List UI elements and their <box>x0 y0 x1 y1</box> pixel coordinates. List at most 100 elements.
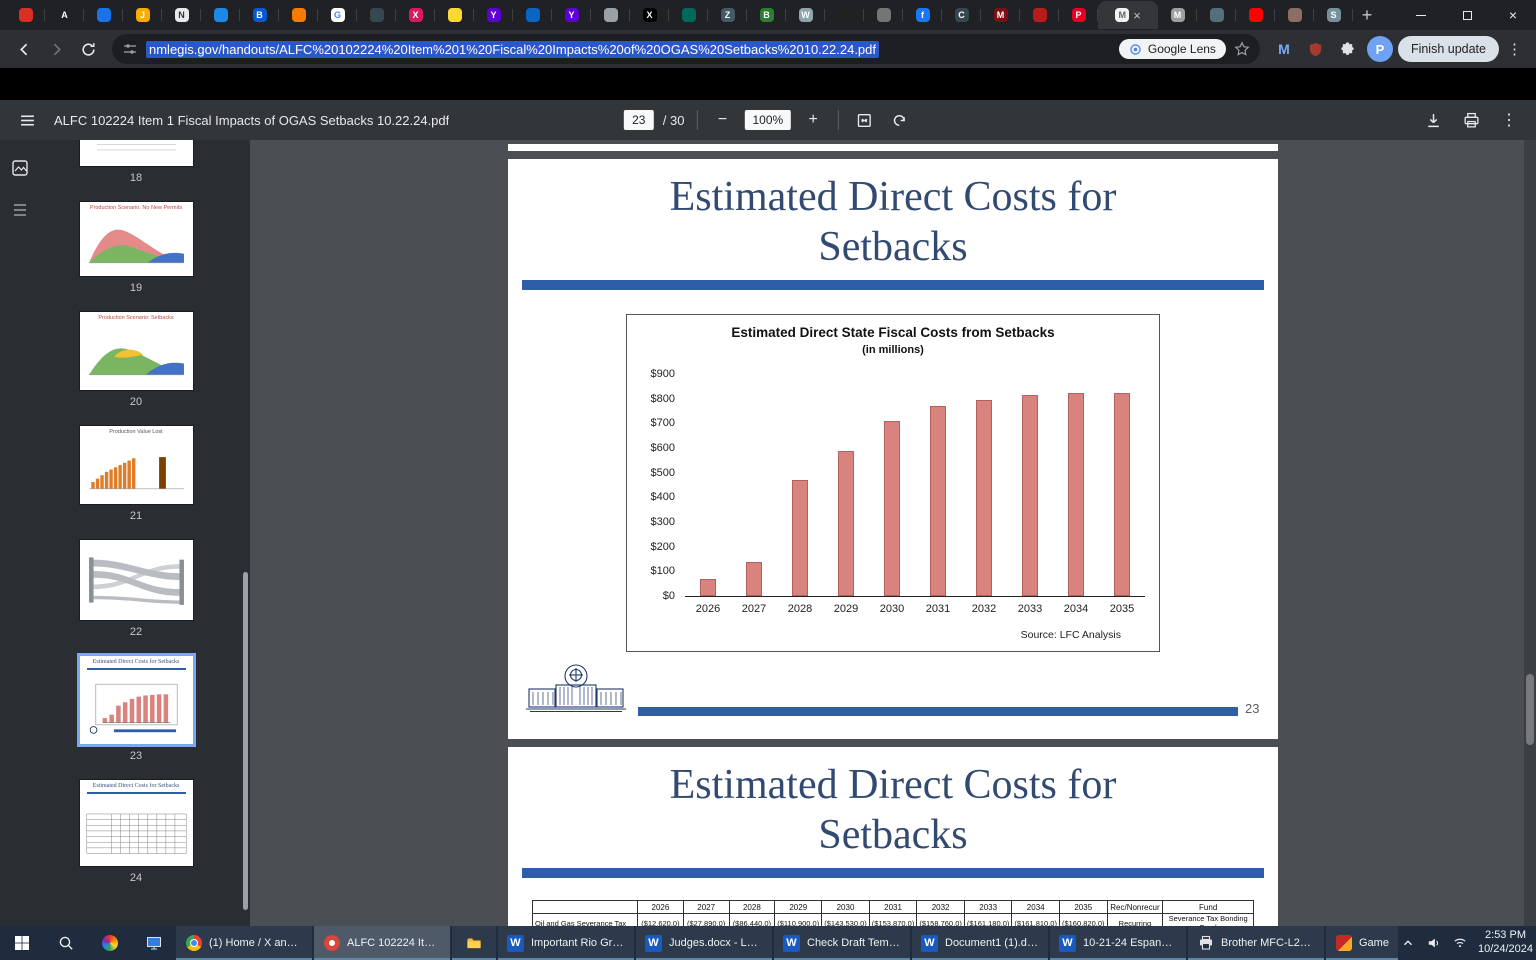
taskbar-pdf-window[interactable]: ALFC 102224 Item 1... <box>314 926 450 960</box>
tab[interactable] <box>1236 1 1275 29</box>
tab[interactable]: X <box>396 1 435 29</box>
thumbnail-page-19[interactable]: Production Scenario: No New Permits19 <box>80 202 193 312</box>
google-lens-button[interactable]: Google Lens <box>1119 39 1226 59</box>
tab-favicon: J <box>136 8 150 22</box>
tab[interactable]: B <box>747 1 786 29</box>
taskbar-word-window-5[interactable]: W10-21-24 Espanola ... <box>1050 926 1186 960</box>
tab-active[interactable]: M× <box>1098 1 1158 29</box>
tab[interactable] <box>6 1 45 29</box>
tab[interactable]: P <box>1059 1 1098 29</box>
tab[interactable]: Z <box>708 1 747 29</box>
zoom-level[interactable]: 100% <box>744 110 791 130</box>
profile-button[interactable]: P <box>1366 35 1394 63</box>
x-axis-tick-label: 2028 <box>777 603 823 615</box>
tab-close-icon[interactable]: × <box>1133 9 1141 22</box>
tab[interactable] <box>279 1 318 29</box>
tab[interactable]: N <box>162 1 201 29</box>
tab[interactable] <box>1275 1 1314 29</box>
tab[interactable] <box>864 1 903 29</box>
new-tab-button[interactable]: + <box>1353 1 1381 29</box>
tab[interactable] <box>357 1 396 29</box>
pdf-more-button[interactable]: ⋮ <box>1496 107 1522 133</box>
tab[interactable]: M <box>981 1 1020 29</box>
taskbar-word-window-4[interactable]: WDocument1 (1).doc... <box>912 926 1048 960</box>
tab[interactable] <box>201 1 240 29</box>
address-bar[interactable]: nmlegis.gov/handouts/ALFC%20102224%20Ite… <box>112 34 1260 64</box>
rotate-button[interactable] <box>886 107 912 133</box>
taskbar-game-window[interactable]: Game <box>1326 926 1398 960</box>
slide-title: Estimated Direct Costs for Setbacks <box>508 159 1278 272</box>
browser-menu-button[interactable]: ⋮ <box>1503 40 1526 58</box>
tab[interactable]: B <box>240 1 279 29</box>
taskbar-word-window-3[interactable]: WCheck Draft Templa... <box>774 926 910 960</box>
tab[interactable] <box>84 1 123 29</box>
sidebar-scrollbar[interactable] <box>243 140 248 926</box>
mail-extension-button[interactable]: M <box>1270 35 1298 63</box>
taskbar-clock[interactable]: 2:53 PM 10/24/2024 <box>1478 929 1533 957</box>
zoom-out-button[interactable]: − <box>709 107 735 133</box>
volume-icon[interactable] <box>1426 935 1442 951</box>
tab[interactable]: Y <box>474 1 513 29</box>
tab[interactable]: J <box>123 1 162 29</box>
adblock-extension-button[interactable] <box>1302 35 1330 63</box>
url-text[interactable]: nmlegis.gov/handouts/ALFC%20102224%20Ite… <box>146 41 879 58</box>
tab[interactable]: X <box>630 1 669 29</box>
taskbar-search-button[interactable] <box>44 926 88 960</box>
tab[interactable]: Y <box>552 1 591 29</box>
tab[interactable]: M <box>1158 1 1197 29</box>
extensions-button[interactable] <box>1334 35 1362 63</box>
close-button[interactable]: × <box>1490 0 1536 30</box>
reload-button[interactable] <box>74 35 102 63</box>
sidebar-scrollbar-thumb[interactable] <box>243 572 248 910</box>
maximize-button[interactable] <box>1444 0 1490 30</box>
tab[interactable] <box>1020 1 1059 29</box>
pdf-menu-button[interactable] <box>14 107 40 133</box>
thumbnail-page-23[interactable]: Estimated Direct Costs for Setbacks23 <box>80 656 193 780</box>
download-button[interactable] <box>1420 107 1446 133</box>
outline-view-icon[interactable] <box>10 200 30 220</box>
tab[interactable] <box>825 1 864 29</box>
taskbar-word-window-2[interactable]: WJudges.docx - Last... <box>636 926 772 960</box>
tab[interactable]: W <box>786 1 825 29</box>
taskbar-word-window-1[interactable]: WImportant Rio Gran... <box>498 926 634 960</box>
pinned-app-button[interactable] <box>88 926 132 960</box>
site-settings-icon[interactable] <box>122 41 138 57</box>
taskbar-printer-window[interactable]: Brother MFC-L2710... <box>1188 926 1324 960</box>
thumbnail-page-18[interactable]: 18 <box>80 140 193 202</box>
taskbar-explorer-window[interactable] <box>452 926 496 960</box>
y-axis-tick-label: $700 <box>623 417 675 429</box>
thumbnail-page-21[interactable]: Production Value Lost21 <box>80 426 193 540</box>
thumbnails-view-icon[interactable] <box>10 158 30 178</box>
start-button[interactable] <box>0 926 44 960</box>
minimize-button[interactable] <box>1398 0 1444 30</box>
thumbnail-page-22[interactable]: 22 <box>80 540 193 656</box>
tab[interactable] <box>435 1 474 29</box>
thumbnail-page-20[interactable]: Production Scenario: Setbacks20 <box>80 312 193 426</box>
forward-button[interactable] <box>42 35 70 63</box>
finish-update-button[interactable]: Finish update <box>1398 36 1499 62</box>
tab[interactable]: S <box>1314 1 1353 29</box>
thumbnail-page-24[interactable]: Estimated Direct Costs for Setbacks24 <box>80 780 193 902</box>
back-button[interactable] <box>10 35 38 63</box>
tab[interactable]: C <box>942 1 981 29</box>
print-button[interactable] <box>1458 107 1484 133</box>
hidden-icons-chevron-icon[interactable] <box>1400 935 1416 951</box>
fiscal-table: 2026202720282029203020312032203320342035… <box>532 900 1254 926</box>
tab[interactable] <box>513 1 552 29</box>
tab[interactable] <box>669 1 708 29</box>
zoom-in-button[interactable]: + <box>800 107 826 133</box>
page-number-input[interactable] <box>624 110 654 130</box>
tab[interactable] <box>1197 1 1236 29</box>
fit-to-page-button[interactable] <box>851 107 877 133</box>
pdf-scrollbar[interactable] <box>1524 140 1536 926</box>
pdf-scrollbar-thumb[interactable] <box>1526 674 1534 745</box>
tab[interactable]: f <box>903 1 942 29</box>
tab-favicon: N <box>175 8 189 22</box>
network-icon[interactable] <box>1452 935 1468 951</box>
pinned-display-button[interactable] <box>132 926 176 960</box>
taskbar-chrome-window[interactable]: (1) Home / X and 2... <box>176 926 312 960</box>
tab[interactable] <box>591 1 630 29</box>
tab[interactable]: A <box>45 1 84 29</box>
bookmark-star-icon[interactable] <box>1234 41 1250 57</box>
tab[interactable]: G <box>318 1 357 29</box>
